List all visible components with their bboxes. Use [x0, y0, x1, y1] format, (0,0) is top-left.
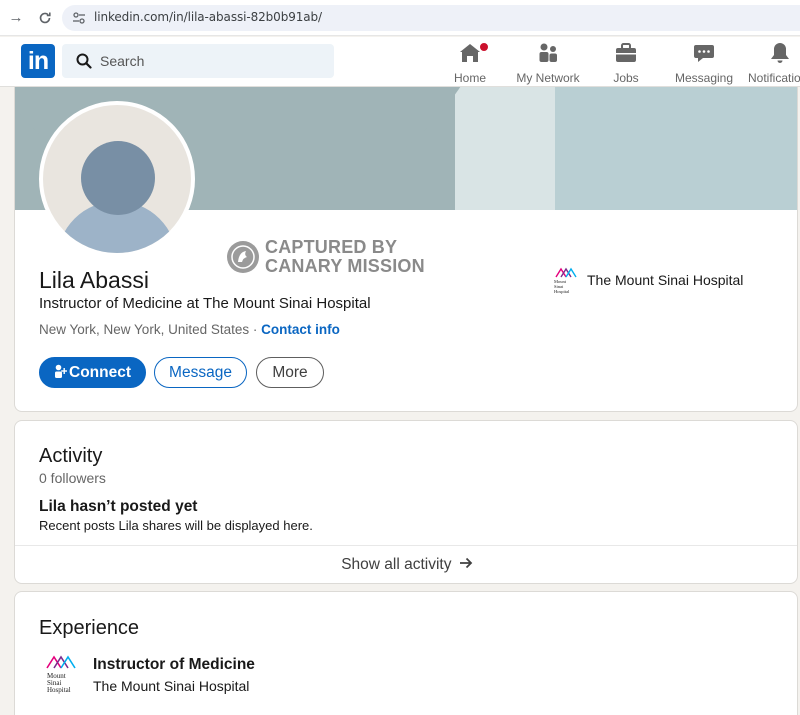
bell-icon: [771, 43, 789, 63]
reload-icon[interactable]: [35, 8, 55, 28]
messaging-icon: [694, 45, 714, 62]
profile-card: CAPTURED BY CANARY MISSION Lila Abassi I…: [14, 87, 798, 412]
add-person-icon: [55, 364, 68, 378]
logo-text-3: Hospital: [554, 289, 570, 294]
linkedin-global-nav: in Home My Network Jobs Messaging Notifi…: [0, 37, 800, 87]
site-settings-icon[interactable]: [72, 11, 86, 25]
notification-dot: [478, 41, 490, 53]
nav-notifications[interactable]: Notifications: [748, 41, 800, 85]
nav-messaging-label: Messaging: [674, 71, 734, 85]
activity-card: Activity 0 followers Lila hasn’t posted …: [14, 420, 798, 584]
watermark-line2: CANARY MISSION: [265, 256, 425, 276]
nav-jobs-label: Jobs: [613, 71, 639, 85]
url-text[interactable]: linkedin.com/in/lila-abassi-82b0b91ab/: [94, 10, 322, 24]
watermark-logo: [227, 241, 259, 273]
mount-sinai-logo: Mount Sinai Hospital: [554, 267, 577, 294]
watermark-line1: CAPTURED BY: [265, 237, 398, 257]
experience-company: The Mount Sinai Hospital: [93, 678, 250, 694]
search-input[interactable]: [100, 44, 320, 78]
connect-button[interactable]: Connect: [39, 357, 146, 388]
show-all-activity-label: Show all activity: [341, 556, 452, 573]
nav-my-network[interactable]: My Network: [514, 41, 582, 85]
experience-role[interactable]: Instructor of Medicine: [93, 656, 255, 674]
contact-info-link[interactable]: Contact info: [261, 322, 340, 337]
briefcase-icon: [616, 43, 636, 62]
nav-notifications-label: Notifications: [748, 71, 800, 85]
experience-title: Experience: [39, 617, 140, 639]
address-bar[interactable]: linkedin.com/in/lila-abassi-82b0b91ab/: [62, 5, 800, 31]
network-icon: [539, 43, 557, 62]
more-button[interactable]: More: [256, 357, 324, 388]
profile-location: New York, New York, United States: [39, 322, 250, 337]
experience-card: Experience Mount Sinai Hospital Instruct…: [14, 591, 798, 715]
linkedin-logo[interactable]: in: [21, 44, 55, 78]
nav-home[interactable]: Home: [446, 41, 494, 85]
profile-avatar[interactable]: [39, 101, 195, 257]
message-button[interactable]: Message: [154, 357, 247, 388]
profile-name: Lila Abassi: [39, 267, 149, 293]
arrow-right-icon: [459, 557, 473, 569]
current-company-name[interactable]: The Mount Sinai Hospital: [587, 272, 743, 288]
no-posts-subtitle: Recent posts Lila shares will be display…: [39, 518, 313, 533]
search-box[interactable]: [62, 44, 334, 78]
forward-icon[interactable]: →: [6, 8, 26, 28]
search-icon: [76, 53, 92, 69]
exp-logo-text-3: Hospital: [47, 686, 71, 694]
browser-toolbar: → linkedin.com/in/lila-abassi-82b0b91ab/: [0, 0, 800, 36]
profile-headline: Instructor of Medicine at The Mount Sina…: [39, 295, 371, 312]
nav-home-label: Home: [453, 71, 486, 85]
no-posts-title: Lila hasn’t posted yet: [39, 498, 198, 515]
followers-count: 0 followers: [39, 470, 106, 486]
watermark: CAPTURED BY CANARY MISSION: [227, 237, 437, 277]
location-separator: ·: [249, 322, 262, 337]
mount-sinai-logo[interactable]: Mount Sinai Hospital: [45, 652, 79, 696]
nav-jobs[interactable]: Jobs: [602, 41, 650, 85]
nav-my-network-label: My Network: [516, 71, 580, 85]
connect-button-label: Connect: [69, 364, 131, 381]
activity-title: Activity: [39, 445, 103, 467]
show-all-activity-button[interactable]: Show all activity: [15, 545, 797, 583]
profile-location-row: New York, New York, United States · Cont…: [39, 322, 340, 337]
nav-messaging[interactable]: Messaging: [672, 41, 736, 85]
